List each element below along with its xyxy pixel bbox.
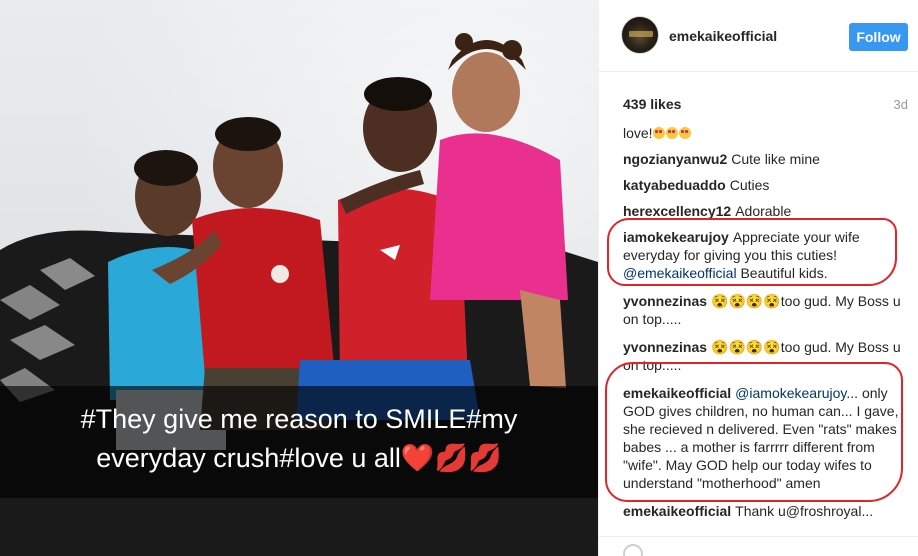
likes-count[interactable]: 439 likes xyxy=(623,96,681,112)
post-header: emekaikeofficial Follow xyxy=(599,0,918,72)
post-photo[interactable]: #They give me reason to SMILE#my everyda… xyxy=(0,0,598,556)
comments-list: love! ngozianyanwu2 Cute like mine katyab… xyxy=(623,124,909,528)
action-bar xyxy=(599,536,918,556)
comment-text: Cuties xyxy=(729,177,770,193)
comment: emekaikeofficial @iamokekearujoy... only … xyxy=(623,384,909,492)
comment-mention[interactable]: @emekaikeofficial xyxy=(623,265,737,281)
heart-icon[interactable] xyxy=(623,544,643,556)
follow-button[interactable]: Follow xyxy=(849,23,908,51)
heart-eyes-emoji-icon xyxy=(652,127,665,139)
comment-text: Adorable xyxy=(735,203,792,219)
comment: ngozianyanwu2 Cute like mine xyxy=(623,150,909,168)
comment: katyabeduaddo Cuties xyxy=(623,176,909,194)
comment: yvonnezinas 😵😵😵😵too gud. My Boss u on top… xyxy=(623,292,909,328)
comment: herexcellency12 Adorable xyxy=(623,202,909,220)
comment-username[interactable]: herexcellency12 xyxy=(623,203,731,219)
comment-text: Thank u@froshroyal... xyxy=(735,503,874,519)
comment-username[interactable]: emekaikeofficial xyxy=(623,385,731,401)
heart-eyes-emoji-icon xyxy=(678,127,691,139)
comment-username[interactable]: emekaikeofficial xyxy=(623,503,731,519)
comment-text: love! xyxy=(623,125,653,141)
shocked-emoji-icon: 😵😵😵😵 xyxy=(711,339,781,355)
shocked-emoji-icon: 😵😵😵😵 xyxy=(711,293,781,309)
post-time[interactable]: 3d xyxy=(894,97,908,112)
post-sidebar: emekaikeofficial Follow 439 likes 3d lov… xyxy=(598,0,918,556)
comment-username[interactable]: iamokekearujoy xyxy=(623,229,729,245)
avatar[interactable] xyxy=(621,16,659,54)
comment: iamokekearujoy Appreciate your wife every… xyxy=(623,228,909,282)
comment-username[interactable]: yvonnezinas xyxy=(623,293,707,309)
comment-username[interactable]: ngozianyanwu2 xyxy=(623,151,727,167)
avatar-logo xyxy=(629,31,653,37)
comment: yvonnezinas 😵😵😵😵too gud. My Boss u on top… xyxy=(623,338,909,374)
photo-caption-overlay: #They give me reason to SMILE#my everyda… xyxy=(80,404,518,473)
comment-text: Beautiful kids. xyxy=(740,265,828,281)
comment-username[interactable]: katyabeduaddo xyxy=(623,177,726,193)
heart-eyes-emoji-icon xyxy=(665,127,678,139)
author-username[interactable]: emekaikeofficial xyxy=(669,28,777,44)
comment-text: Cute like mine xyxy=(731,151,820,167)
comment: love! xyxy=(623,124,909,142)
comment: emekaikeofficial Thank u@froshroyal... xyxy=(623,502,909,520)
comment-mention[interactable]: @iamokekearujoy xyxy=(735,385,846,401)
comment-username[interactable]: yvonnezinas xyxy=(623,339,707,355)
